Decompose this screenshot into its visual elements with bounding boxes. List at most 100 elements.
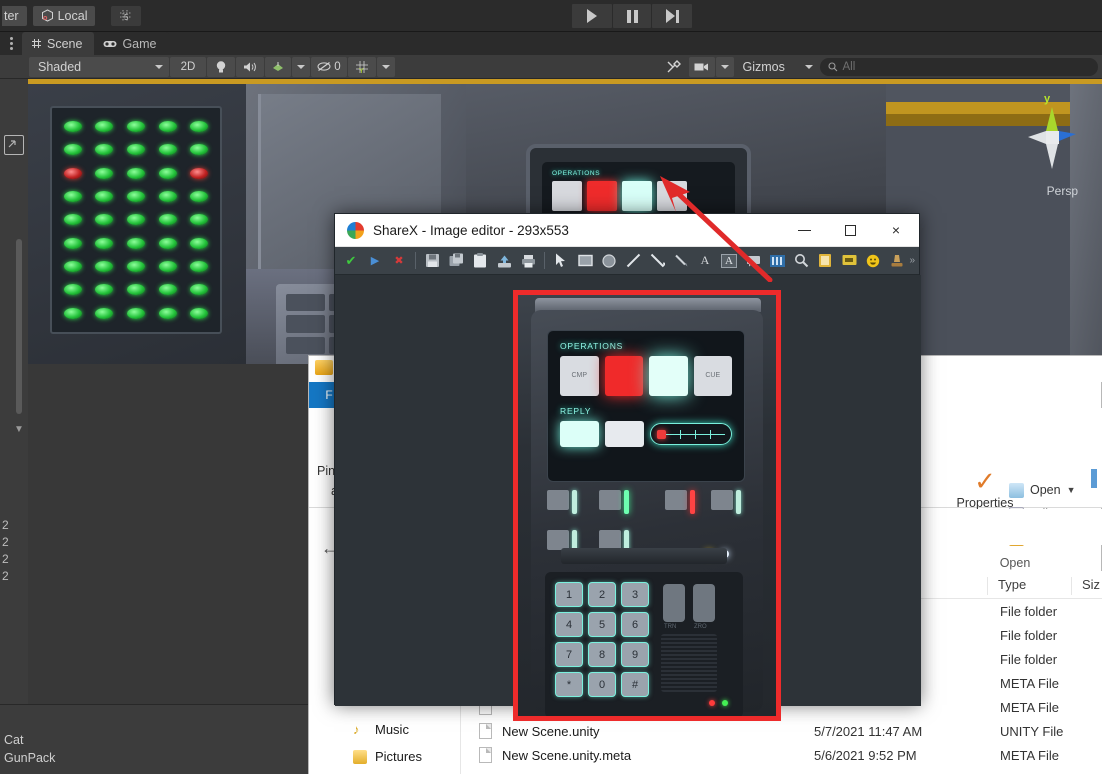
print-tool-icon[interactable] bbox=[516, 249, 540, 273]
scene-fx-toggle[interactable] bbox=[265, 57, 291, 77]
scene-lighting-toggle[interactable] bbox=[207, 57, 235, 77]
tab-game-label: Game bbox=[122, 37, 156, 51]
sharex-toolbar[interactable]: ✔ ▶ ✖ bbox=[335, 247, 919, 275]
upload-tool-icon[interactable] bbox=[492, 249, 516, 273]
ops-key-cmp-label: CMP bbox=[560, 356, 599, 396]
folder-icon bbox=[315, 360, 333, 375]
save-as-tool-icon[interactable] bbox=[444, 249, 468, 273]
open-button[interactable]: Open ▼ bbox=[1009, 478, 1076, 502]
panel-menu-button[interactable] bbox=[0, 32, 22, 55]
file-date: 5/6/2021 9:52 PM bbox=[814, 748, 1000, 763]
vertical-scrollbar[interactable] bbox=[16, 239, 22, 414]
keypad-key[interactable]: 4 bbox=[555, 612, 583, 637]
keypad-key[interactable]: * bbox=[555, 672, 583, 697]
table-row[interactable]: New Scene.unity.meta 5/6/2021 9:52 PM ME… bbox=[461, 743, 1102, 767]
close-button[interactable]: × bbox=[873, 214, 919, 247]
file-type: File folder bbox=[1000, 628, 1084, 643]
view-layout-icons[interactable] bbox=[1091, 470, 1097, 488]
hidden-eye-icon bbox=[317, 61, 331, 72]
sticker-tool-icon[interactable] bbox=[813, 249, 837, 273]
pixelate-tool-icon[interactable] bbox=[765, 249, 789, 273]
keypad-key[interactable]: 2 bbox=[588, 582, 616, 607]
grid-snap-icon[interactable]: 5 bbox=[111, 6, 141, 26]
svg-text:5: 5 bbox=[124, 13, 129, 22]
scene-fx-dropdown[interactable] bbox=[292, 57, 310, 77]
pause-button[interactable] bbox=[613, 4, 651, 28]
captured-image[interactable]: OPERATIONS CMP CUE REPLY bbox=[517, 294, 777, 717]
emoji-tool-icon[interactable] bbox=[861, 249, 885, 273]
layout-icon[interactable] bbox=[1095, 469, 1097, 488]
copy-clipboard-tool-icon[interactable] bbox=[468, 249, 492, 273]
sharex-title-bar[interactable]: ShareX - Image editor - 293x553 × bbox=[335, 214, 919, 247]
projection-label: Persp bbox=[1047, 184, 1078, 198]
sidebar-item-pictures[interactable]: Pictures bbox=[309, 743, 460, 770]
chevron-down-icon[interactable]: ▼ bbox=[1067, 485, 1076, 495]
save-tool-icon[interactable] bbox=[420, 249, 444, 273]
handle-space-button[interactable]: Local bbox=[33, 6, 96, 26]
keypad-key[interactable]: 3 bbox=[621, 582, 649, 607]
pivot-mode-button[interactable]: ter bbox=[2, 6, 27, 26]
toolbar-overflow-button[interactable]: » bbox=[909, 255, 919, 266]
scroll-down-arrow-icon[interactable]: ▼ bbox=[14, 424, 24, 435]
select-cursor-tool-icon[interactable] bbox=[549, 249, 573, 273]
arrow-tool-icon[interactable] bbox=[645, 249, 669, 273]
column-header-type[interactable]: Type bbox=[987, 577, 1071, 595]
pin-to-quick-access-label[interactable]: Pin bbox=[317, 464, 335, 478]
ops-key-cyan bbox=[649, 356, 688, 396]
cancel-tool-icon[interactable]: ✖ bbox=[387, 249, 411, 273]
number-row: 2 bbox=[2, 551, 9, 568]
sidebar-item-label: Pictures bbox=[375, 749, 422, 764]
scene-tools-button[interactable] bbox=[660, 57, 688, 77]
tab-game[interactable]: Game bbox=[94, 32, 168, 55]
stamp-tool-icon[interactable] bbox=[885, 249, 909, 273]
scene-camera-button[interactable] bbox=[689, 57, 715, 77]
hidden-objects-button[interactable]: 0 bbox=[311, 57, 347, 77]
project-item-gunpack[interactable]: GunPack bbox=[0, 749, 308, 767]
speech-balloon-tool-icon[interactable] bbox=[741, 249, 765, 273]
play-button[interactable] bbox=[572, 4, 612, 28]
keypad-key[interactable]: 9 bbox=[621, 642, 649, 667]
sharex-canvas[interactable]: OPERATIONS CMP CUE REPLY bbox=[335, 275, 921, 706]
maximize-button[interactable] bbox=[827, 214, 873, 247]
scene-search-input[interactable]: All bbox=[820, 58, 1099, 76]
ellipse-tool-icon[interactable] bbox=[597, 249, 621, 273]
minimize-button[interactable] bbox=[781, 214, 827, 247]
file-type: META File bbox=[1000, 676, 1084, 691]
keypad-key[interactable]: # bbox=[621, 672, 649, 697]
keypad-key[interactable]: 7 bbox=[555, 642, 583, 667]
playmode-controls[interactable] bbox=[572, 4, 692, 28]
column-header-size[interactable]: Siz bbox=[1071, 577, 1102, 595]
text-tool-icon[interactable]: A bbox=[693, 249, 717, 273]
camera-dropdown[interactable] bbox=[716, 57, 734, 77]
highlight-tool-icon[interactable] bbox=[837, 249, 861, 273]
grid-visibility-toggle[interactable]: Y bbox=[348, 57, 376, 77]
tab-scene[interactable]: Scene bbox=[22, 32, 94, 55]
maximize-icon bbox=[845, 225, 856, 236]
gizmos-dropdown[interactable]: Gizmos bbox=[735, 57, 819, 77]
accept-tool-icon[interactable]: ✔ bbox=[339, 249, 363, 273]
step-button[interactable] bbox=[652, 4, 692, 28]
table-row[interactable]: New Scene.unity 5/7/2021 11:47 AM UNITY … bbox=[461, 719, 1102, 743]
toggle-2d-button[interactable]: 2D bbox=[170, 57, 206, 77]
maximize-icon[interactable] bbox=[4, 135, 24, 155]
keypad-key[interactable]: 8 bbox=[588, 642, 616, 667]
rectangle-tool-icon[interactable] bbox=[573, 249, 597, 273]
project-item-cat[interactable]: Cat bbox=[0, 731, 308, 749]
keypad-key[interactable]: 6 bbox=[621, 612, 649, 637]
grid-dropdown[interactable] bbox=[377, 57, 395, 77]
keypad-key[interactable]: 0 bbox=[588, 672, 616, 697]
scene-view-gizmo[interactable]: y Persp bbox=[1020, 93, 1084, 198]
run-tool-icon[interactable]: ▶ bbox=[363, 249, 387, 273]
keypad-key[interactable]: 5 bbox=[588, 612, 616, 637]
magnify-tool-icon[interactable] bbox=[789, 249, 813, 273]
freehand-tool-icon[interactable] bbox=[669, 249, 693, 273]
keypad[interactable]: 1 2 3 4 5 6 7 8 9 * 0 # bbox=[555, 582, 649, 708]
step-icon bbox=[666, 9, 679, 23]
keypad-key[interactable]: 1 bbox=[555, 582, 583, 607]
scene-audio-toggle[interactable] bbox=[236, 57, 264, 77]
draw-mode-dropdown[interactable]: Shaded bbox=[29, 57, 169, 77]
text-outline-tool-icon[interactable]: A bbox=[717, 249, 741, 273]
reply-key-2 bbox=[605, 421, 644, 447]
line-tool-icon[interactable] bbox=[621, 249, 645, 273]
sidebar-item-music[interactable]: ♪ Music bbox=[309, 716, 460, 743]
